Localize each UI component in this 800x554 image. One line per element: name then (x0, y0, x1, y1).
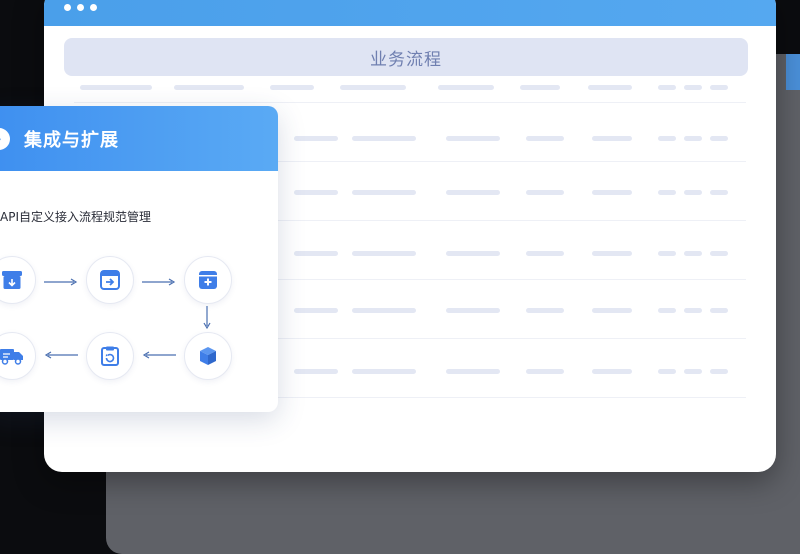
window-controls (64, 4, 97, 11)
card-subtitle: API自定义接入流程规范管理 (0, 210, 151, 224)
placeholder-cell (352, 308, 416, 313)
placeholder-cell (588, 85, 632, 90)
arrow-left-icon (142, 351, 176, 359)
placeholder-cell (352, 251, 416, 256)
placeholder-cell (710, 190, 728, 195)
placeholder-cell (438, 85, 494, 90)
placeholder-cell (658, 251, 676, 256)
card-title: 集成与扩展 (24, 129, 119, 151)
business-process-header: 业务流程 (64, 38, 748, 76)
placeholder-cell (684, 251, 702, 256)
window-titlebar (44, 0, 776, 26)
placeholder-cell (294, 308, 338, 313)
chevron-right-icon[interactable]: › (0, 127, 10, 150)
window-dot[interactable] (90, 4, 97, 11)
arrow-left-icon (44, 351, 78, 359)
cube-icon[interactable] (184, 332, 232, 380)
placeholder-cell (710, 85, 728, 90)
placeholder-cell (270, 85, 314, 90)
window-dot[interactable] (64, 4, 71, 11)
placeholder-cell (658, 308, 676, 313)
background-accent-strip (786, 54, 800, 90)
login-box-icon[interactable] (86, 256, 134, 304)
clipboard-refresh-icon[interactable] (86, 332, 134, 380)
placeholder-cell (294, 190, 338, 195)
integration-card: › 集成与扩展 API自定义接入流程规范管理 (0, 106, 278, 412)
placeholder-cell (526, 136, 564, 141)
placeholder-cell (710, 136, 728, 141)
placeholder-cell (658, 136, 676, 141)
placeholder-cell (174, 85, 244, 90)
placeholder-cell (294, 251, 338, 256)
placeholder-cell (658, 85, 676, 90)
placeholder-cell (80, 85, 152, 90)
placeholder-cell (684, 369, 702, 374)
placeholder-cell (446, 190, 500, 195)
add-box-icon[interactable] (184, 256, 232, 304)
placeholder-cell (520, 85, 560, 90)
placeholder-cell (294, 136, 338, 141)
placeholder-cell (710, 251, 728, 256)
placeholder-cell (340, 85, 406, 90)
placeholder-cell (526, 369, 564, 374)
placeholder-cell (684, 136, 702, 141)
placeholder-cell (446, 136, 500, 141)
table-header-row (74, 82, 746, 103)
placeholder-cell (710, 308, 728, 313)
placeholder-cell (294, 369, 338, 374)
placeholder-cell (684, 190, 702, 195)
arrow-right-icon (44, 278, 78, 286)
header-title: 业务流程 (370, 49, 442, 70)
arrow-down-icon (203, 306, 211, 330)
card-header: › 集成与扩展 (0, 106, 278, 171)
placeholder-cell (592, 308, 632, 313)
placeholder-cell (526, 190, 564, 195)
placeholder-cell (352, 190, 416, 195)
placeholder-cell (526, 251, 564, 256)
placeholder-cell (592, 251, 632, 256)
placeholder-cell (684, 308, 702, 313)
placeholder-cell (446, 369, 500, 374)
placeholder-cell (352, 369, 416, 374)
download-box-icon[interactable] (0, 256, 36, 304)
placeholder-cell (658, 369, 676, 374)
placeholder-cell (592, 369, 632, 374)
delivery-truck-icon[interactable] (0, 332, 36, 380)
arrow-right-icon (142, 278, 176, 286)
placeholder-cell (592, 190, 632, 195)
placeholder-cell (526, 308, 564, 313)
placeholder-cell (684, 85, 702, 90)
placeholder-cell (352, 136, 416, 141)
placeholder-cell (446, 251, 500, 256)
placeholder-cell (446, 308, 500, 313)
placeholder-cell (592, 136, 632, 141)
window-dot[interactable] (77, 4, 84, 11)
placeholder-cell (658, 190, 676, 195)
placeholder-cell (710, 369, 728, 374)
